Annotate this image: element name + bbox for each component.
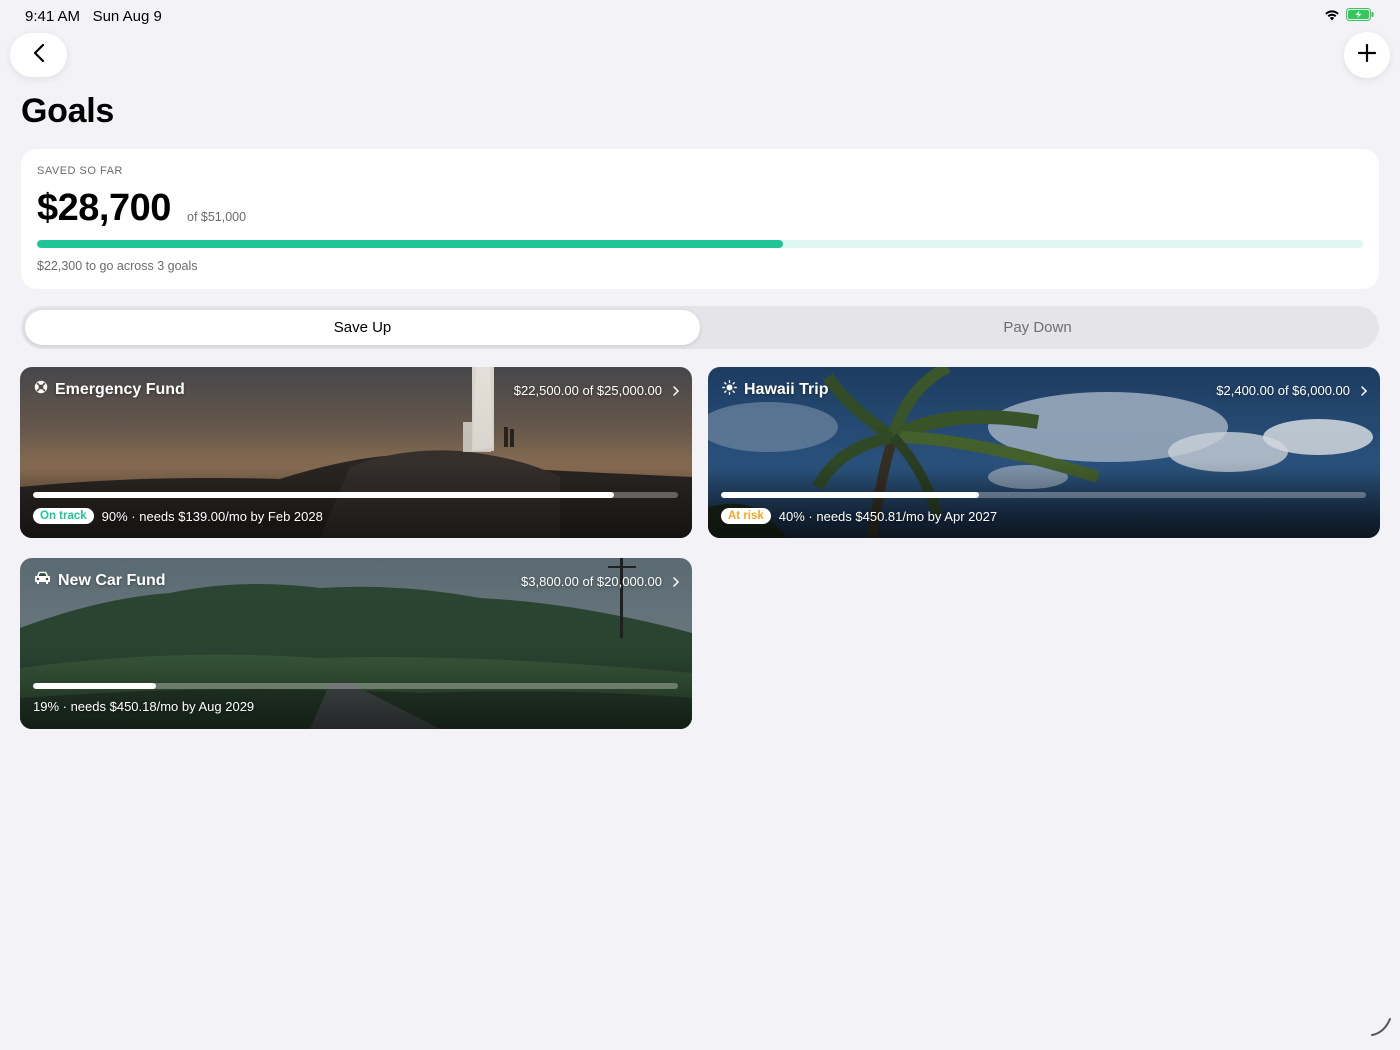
chevron-right-icon (1360, 384, 1368, 402)
summary-remaining: $22,300 to go across 3 goals (37, 259, 198, 273)
goal-header: Hawaii Trip (722, 380, 828, 400)
goal-progress-fill (721, 492, 979, 498)
summary-amount: $28,700 (37, 187, 171, 229)
goal-card-hawaii-trip[interactable]: Hawaii Trip $2,400.00 of $6,000.00 At ri… (708, 367, 1380, 538)
status-date: Sun Aug 9 (92, 8, 162, 25)
goal-title: Hawaii Trip (744, 381, 829, 398)
goal-footer: On track 90% · needs $139.00/mo by Feb 2… (33, 508, 323, 524)
goal-title: Emergency Fund (55, 380, 185, 398)
status-badge: On track (33, 508, 94, 524)
back-button[interactable] (10, 33, 67, 77)
goal-card-new-car-fund[interactable]: New Car Fund $3,800.00 of $20,000.00 19%… (20, 558, 692, 729)
plus-icon (1357, 43, 1377, 68)
status-bar: 9:41 AM Sun Aug 9 (0, 0, 1400, 32)
goal-footer: 19% · needs $450.18/mo by Aug 2029 (33, 699, 254, 714)
page-title: Goals (21, 92, 114, 130)
chevron-left-icon (32, 43, 46, 68)
goal-amount: $22,500.00 of $25,000.00 (513, 383, 662, 398)
chevron-right-icon (672, 384, 680, 402)
lifebuoy-icon (34, 380, 48, 399)
goal-footer: At risk 40% · needs $450.81/mo by Apr 20… (721, 508, 997, 524)
goal-progress-fill (33, 492, 614, 498)
tab-save-up[interactable]: Save Up (25, 310, 700, 345)
goal-detail: 40% · needs $450.81/mo by Apr 2027 (778, 508, 998, 524)
goal-card-emergency-fund[interactable]: Emergency Fund $22,500.00 of $25,000.00 … (20, 367, 692, 538)
status-clock: 9:41 AM (25, 8, 81, 25)
summary-label: SAVED SO FAR (37, 165, 123, 177)
goal-progress-fill (33, 683, 156, 689)
chevron-right-icon (672, 575, 680, 593)
battery-charging-icon (1346, 8, 1374, 21)
tab-pay-down[interactable]: Pay Down (700, 310, 1375, 345)
car-icon (34, 571, 51, 590)
goal-progress-bar (33, 683, 678, 689)
goal-header: New Car Fund (34, 571, 166, 590)
savings-summary-card: SAVED SO FAR $28,700 of $51,000 $22,300 … (21, 149, 1379, 289)
resize-handle-icon[interactable] (1368, 1013, 1394, 1044)
goal-detail: 90% · needs $139.00/mo by Feb 2028 (101, 508, 323, 524)
goal-detail: 19% · needs $450.18/mo by Aug 2029 (33, 699, 255, 714)
status-time: 9:41 AM Sun Aug 9 (25, 8, 162, 25)
goal-progress-bar (33, 492, 678, 498)
summary-progress-fill (37, 240, 784, 248)
sun-icon (722, 380, 737, 400)
wifi-icon (1324, 9, 1340, 21)
goal-amount: $3,800.00 of $20,000.00 (521, 574, 662, 589)
status-indicators (1324, 8, 1374, 21)
goal-type-segmented-control: Save Up Pay Down (21, 306, 1379, 349)
status-badge: At risk (721, 508, 771, 524)
goal-header: Emergency Fund (34, 380, 185, 399)
summary-target: of $51,000 (187, 210, 247, 224)
goal-amount: $2,400.00 of $6,000.00 (1216, 383, 1350, 398)
add-goal-button[interactable] (1344, 32, 1390, 78)
goal-progress-bar (721, 492, 1366, 498)
goal-title: New Car Fund (58, 571, 166, 589)
summary-progress-bar (37, 240, 1363, 248)
